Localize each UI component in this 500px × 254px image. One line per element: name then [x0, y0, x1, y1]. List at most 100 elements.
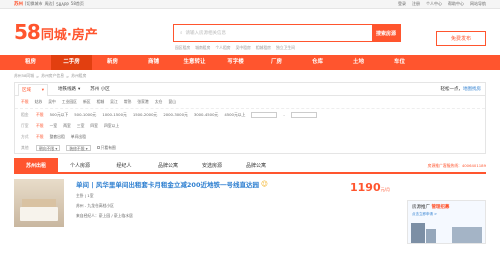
rent-option[interactable]: 500元以下 [50, 112, 69, 118]
room-filter: 厅室 不限 一室 两室 三室 四室 四室以上 [15, 120, 485, 131]
city-selector: 苏州 [切换城市 周边] 58APP 58首页 [14, 1, 84, 7]
hot-word[interactable]: 园区租房 [175, 45, 190, 51]
type-label: 方式 [21, 133, 29, 139]
breadcrumb-item[interactable]: 苏州房产信息 [41, 73, 64, 79]
hot-word[interactable]: 个人租房 [215, 45, 230, 51]
nearby-city-link[interactable]: 周边] [45, 1, 55, 7]
register-link[interactable]: 注册 [412, 1, 420, 7]
promo-banner[interactable]: 房源推广 管理招募 点击立即申请 > [407, 200, 486, 244]
type-option[interactable]: 单间出租 [71, 134, 86, 140]
district-item[interactable]: 不限 [21, 99, 29, 105]
nav-item-land[interactable]: 土地 [338, 55, 379, 70]
listing-photo[interactable] [14, 179, 64, 227]
listing-title-text: 单间 | 风华里单间出租套卡月租金立减200近地铁一号线直达园 [76, 181, 259, 189]
promo-link[interactable]: 点击立即申请 > [408, 212, 485, 217]
site-nav-link[interactable]: 网站导航 [470, 1, 486, 7]
map-search-link[interactable]: 地图找房 [463, 87, 481, 92]
building-icon [426, 229, 436, 243]
rent-option[interactable]: 500-1000元 [74, 112, 96, 118]
tab-suzhou-rent[interactable]: 苏州出租 [14, 158, 58, 172]
room-option[interactable]: 四室 [90, 123, 98, 129]
tab-brand-apartment[interactable]: 品牌公寓 [234, 158, 278, 172]
tab-safe[interactable]: 安选房源 [190, 158, 234, 172]
district-item[interactable]: 新区 [83, 99, 91, 105]
rent-min-input[interactable] [251, 111, 278, 118]
listing-location: 苏州 - 九龙仓高档小区 [76, 203, 114, 208]
tab-brand[interactable]: 品牌公寓 [146, 158, 190, 172]
decoration-value: 装修不限 [69, 145, 85, 151]
type-option[interactable]: 不限 [36, 134, 44, 140]
subway-tab[interactable]: 地铁线路 ▾ [58, 86, 81, 93]
search-input[interactable]: ⌕ 请输入房源相关信息 [174, 25, 372, 41]
checkbox-icon [96, 146, 100, 149]
tab-agent[interactable]: 经纪人 [102, 158, 146, 172]
room-option[interactable]: 两室 [63, 123, 71, 129]
district-item[interactable]: 工业园区 [62, 99, 77, 105]
rent-option[interactable]: 4500元以上 [224, 112, 245, 118]
tab-personal[interactable]: 个人房源 [58, 158, 102, 172]
region-tab[interactable]: 区域 ▾ [18, 83, 48, 96]
district-item[interactable]: 姑苏 [35, 99, 43, 105]
type-filter: 方式 不限 整套出租 单间出租 [15, 131, 485, 142]
decoration-dropdown[interactable]: 装修不限 ▾ [66, 144, 91, 151]
rent-option[interactable]: 3000-4500元 [194, 112, 219, 118]
other-filter: 其他 朝向不限 ▾ 装修不限 ▾ 只看有图 [15, 142, 485, 153]
site-logo[interactable]: 58 同城·房产 [14, 20, 98, 44]
district-item[interactable]: 昆山 [168, 99, 176, 105]
nav-item-shop[interactable]: 商铺 [133, 55, 174, 70]
listing-source: 来自经纪人：豪上园 / 豪上临水居 [76, 213, 133, 218]
app-link[interactable]: 58APP [56, 2, 69, 7]
nav-item-warehouse[interactable]: 仓库 [297, 55, 338, 70]
login-link[interactable]: 登录 [398, 1, 406, 7]
district-item[interactable]: 常熟 [124, 99, 132, 105]
hot-word[interactable]: 相城租房 [256, 45, 271, 51]
nav-item-factory[interactable]: 厂房 [256, 55, 297, 70]
district-item[interactable]: 吴中 [48, 99, 56, 105]
type-option[interactable]: 整套出租 [50, 134, 65, 140]
room-option[interactable]: 三室 [77, 123, 85, 129]
home-link[interactable]: 58首页 [71, 1, 84, 7]
switch-city-link[interactable]: [切换城市 [25, 1, 43, 7]
logo-number: 58 [14, 20, 41, 44]
user-center-link[interactable]: 个人中心 [426, 1, 442, 7]
breadcrumb-item[interactable]: 苏州租房 [71, 73, 86, 79]
chevron-down-icon: ▾ [78, 86, 81, 92]
rent-max-input[interactable] [290, 111, 317, 118]
small-area-tab[interactable]: 苏州 小区 [90, 86, 109, 92]
nav-item-secondhand[interactable]: 二手房 [51, 55, 92, 70]
nav-item-office[interactable]: 写字楼 [215, 55, 256, 70]
district-item[interactable]: 太仓 [155, 99, 163, 105]
region-tab-label: 区域 [22, 88, 31, 93]
photo-only-checkbox[interactable]: 只看有图 [96, 145, 116, 151]
room-option[interactable]: 一室 [50, 123, 58, 129]
room-option[interactable]: 不限 [36, 123, 44, 129]
rent-option[interactable]: 1500-2000元 [133, 112, 158, 118]
room-label: 厅室 [21, 122, 29, 128]
search-button[interactable]: 搜索房源 [372, 25, 400, 41]
chevron-down-icon: ▾ [41, 87, 44, 93]
nav-item-transfer[interactable]: 生意转让 [174, 55, 215, 70]
hot-word[interactable]: 城南租房 [195, 45, 210, 51]
breadcrumb: 苏州58同城 > 苏州房产信息 > 苏州租房 [14, 73, 87, 79]
room-option[interactable]: 四室以上 [104, 123, 119, 129]
nav-item-parking[interactable]: 车位 [379, 55, 420, 70]
rent-option[interactable]: 不限 [36, 112, 44, 118]
current-city[interactable]: 苏州 [14, 1, 23, 7]
district-item[interactable]: 相城 [97, 99, 105, 105]
listing-title[interactable]: 单间 | 风华里单间出租套卡月租金立减200近地铁一号线直达园 ☺ [76, 179, 268, 189]
rent-option[interactable]: 2000-3000元 [163, 112, 188, 118]
search-area: ⌕ 请输入房源相关信息 搜索房源 园区租房 城南租房 个人租房 吴中租房 相城租… [173, 24, 401, 51]
map-search[interactable]: 轻松一点，地图找房 [441, 86, 482, 92]
hot-word[interactable]: 独立卫生间 [276, 45, 295, 51]
hot-word[interactable]: 吴中租房 [236, 45, 251, 51]
nav-item-new[interactable]: 新房 [92, 55, 133, 70]
help-link[interactable]: 帮助中心 [448, 1, 464, 7]
district-item[interactable]: 张家港 [137, 99, 148, 105]
breadcrumb-item[interactable]: 苏州58同城 [14, 73, 34, 79]
other-label: 其他 [21, 144, 29, 150]
publish-button[interactable]: 免费发布 [436, 31, 486, 46]
rent-option[interactable]: 1000-1500元 [102, 112, 127, 118]
nav-item-rent[interactable]: 租房 [10, 55, 51, 70]
orientation-dropdown[interactable]: 朝向不限 ▾ [36, 144, 61, 151]
district-item[interactable]: 吴江 [110, 99, 118, 105]
